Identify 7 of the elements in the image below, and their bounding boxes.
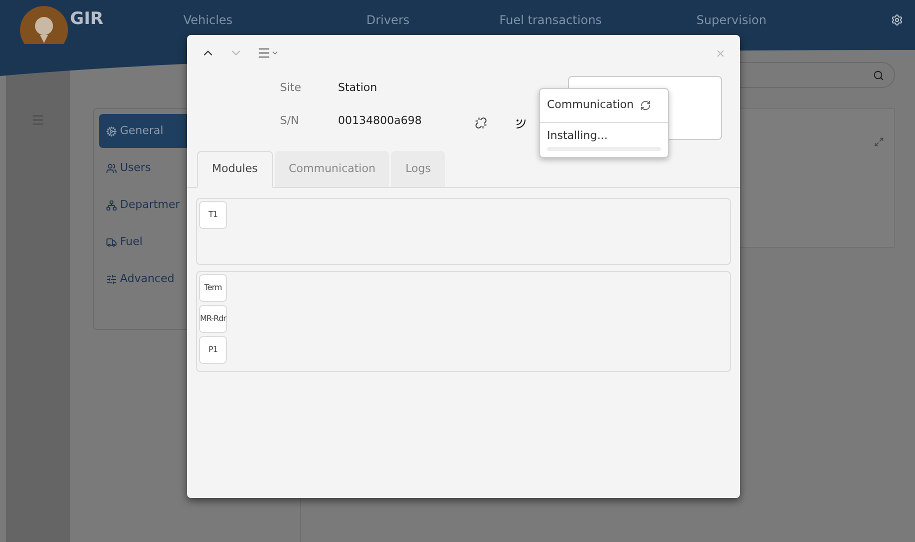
info-label: S/N xyxy=(280,113,300,129)
status-text: Installing... xyxy=(547,128,609,144)
logo-text: GIR xyxy=(70,8,104,31)
popover-title: Communication xyxy=(547,97,634,114)
info-value: 00134800a698 xyxy=(338,113,422,129)
info-value: Station xyxy=(338,80,378,96)
info-label: Site xyxy=(280,80,302,96)
